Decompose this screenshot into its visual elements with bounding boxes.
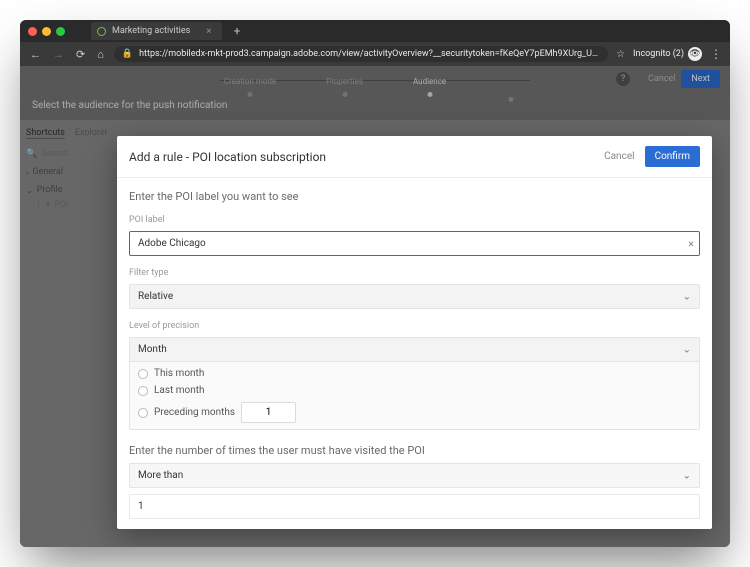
incognito-indicator: Incognito (2) 👁 [633, 47, 702, 61]
window-traffic-lights [28, 27, 65, 36]
new-tab-button[interactable]: + [234, 24, 241, 38]
precision-caption: Level of precision [129, 321, 700, 331]
back-button[interactable]: ← [28, 48, 43, 61]
forward-button[interactable]: → [51, 48, 66, 61]
poi-label-caption: POI label [129, 215, 700, 225]
chevron-down-icon: ⌄ [683, 291, 691, 302]
bookmark-star-icon[interactable]: ☆ [616, 49, 625, 60]
precision-value: Month [138, 344, 167, 355]
close-window-dot[interactable] [28, 27, 37, 36]
section-heading-visits: Enter the number of times the user must … [129, 444, 700, 457]
clear-input-icon[interactable]: × [688, 237, 694, 250]
incognito-label: Incognito (2) [633, 49, 684, 59]
browser-tab[interactable]: Marketing activities × [91, 22, 222, 40]
option-preceding-months[interactable]: Preceding months [138, 402, 691, 423]
chevron-down-icon: ⌄ [683, 344, 691, 355]
modal-cancel-button[interactable]: Cancel [604, 151, 634, 162]
radio-icon [138, 369, 148, 379]
modal-confirm-button[interactable]: Confirm [645, 146, 700, 167]
precision-options: This month Last month Preceding months [129, 362, 700, 430]
option-label: Preceding months [154, 407, 235, 418]
option-this-month[interactable]: This month [138, 368, 691, 379]
precision-select[interactable]: Month ⌄ [129, 337, 700, 362]
option-last-month[interactable]: Last month [138, 385, 691, 396]
reload-button[interactable]: ⟳ [74, 48, 87, 61]
comparator-value: More than [138, 470, 183, 481]
preceding-months-input[interactable] [241, 402, 296, 423]
url-text: https://mobiledx-mkt-prod3.campaign.adob… [139, 49, 600, 59]
browser-tab-strip: Marketing activities × + [20, 20, 730, 42]
minimize-window-dot[interactable] [42, 27, 51, 36]
radio-icon [138, 408, 148, 418]
visit-count-input[interactable] [129, 494, 700, 519]
chevron-down-icon: ⌄ [683, 470, 691, 481]
filter-type-caption: Filter type [129, 268, 700, 278]
option-label: This month [154, 368, 204, 379]
home-button[interactable]: ⌂ [95, 48, 106, 61]
visit-comparator-select[interactable]: More than ⌄ [129, 463, 700, 488]
add-rule-modal: Add a rule - POI location subscription C… [117, 136, 712, 529]
lock-icon: 🔒 [122, 49, 133, 59]
filter-type-value: Relative [138, 291, 173, 302]
option-label: Last month [154, 385, 205, 396]
address-bar[interactable]: 🔒 https://mobiledx-mkt-prod3.campaign.ad… [114, 46, 608, 62]
filter-type-select[interactable]: Relative ⌄ [129, 284, 700, 309]
browser-menu-icon[interactable]: ⋮ [710, 47, 722, 61]
modal-title: Add a rule - POI location subscription [129, 150, 326, 164]
tab-title: Marketing activities [112, 26, 190, 36]
browser-toolbar: ← → ⟳ ⌂ 🔒 https://mobiledx-mkt-prod3.cam… [20, 42, 730, 66]
zoom-window-dot[interactable] [56, 27, 65, 36]
incognito-icon: 👁 [688, 47, 702, 61]
radio-icon [138, 386, 148, 396]
tab-close-icon[interactable]: × [206, 26, 211, 37]
tab-favicon [97, 27, 106, 36]
section-heading-poi: Enter the POI label you want to see [129, 190, 700, 203]
poi-label-input[interactable] [129, 231, 700, 256]
